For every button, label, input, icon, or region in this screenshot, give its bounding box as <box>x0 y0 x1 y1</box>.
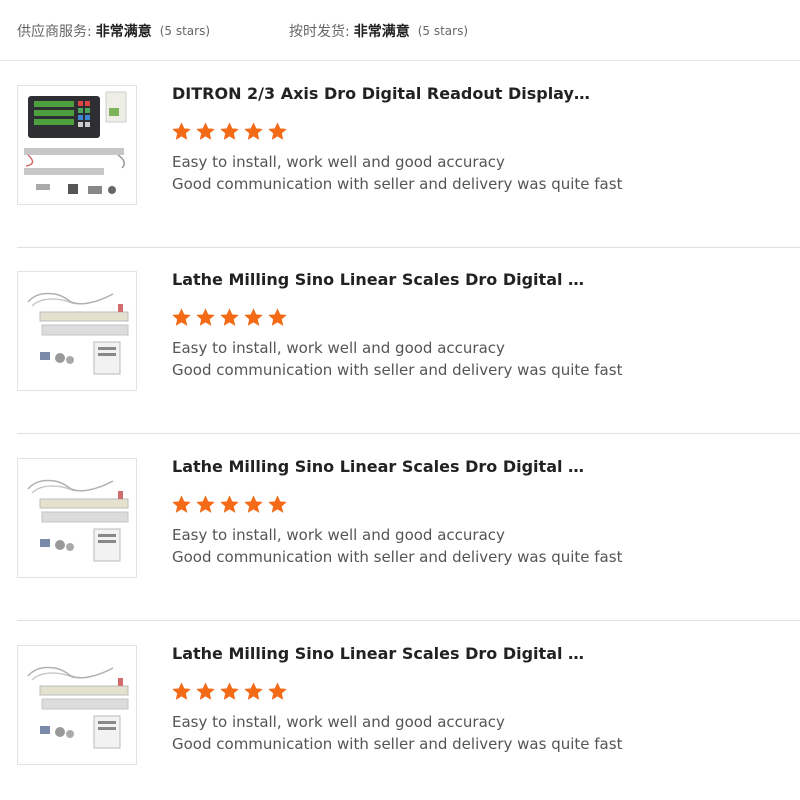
star-icon <box>268 308 287 326</box>
review-text-line: Good communication with seller and deliv… <box>172 548 623 566</box>
review-item: Lathe Milling Sino Linear Scales Dro Dig… <box>0 247 800 434</box>
star-icon <box>244 308 263 326</box>
linear-scale-kit-image <box>18 646 136 764</box>
product-thumbnail[interactable] <box>17 458 137 578</box>
star-icon <box>220 495 239 513</box>
product-title[interactable]: Lathe Milling Sino Linear Scales Dro Dig… <box>172 457 592 476</box>
shipping-label: 按时发货: <box>289 24 350 40</box>
star-rating <box>171 121 288 143</box>
review-text-line: Good communication with seller and deliv… <box>172 361 623 379</box>
product-thumbnail[interactable] <box>17 85 137 205</box>
supplier-service-value: 非常满意 <box>95 24 152 40</box>
review-page: 供应商服务: 非常满意 (5 stars) 按时发货: 非常满意 (5 star… <box>0 0 800 800</box>
star-icon <box>268 495 287 513</box>
star-icon <box>244 495 263 513</box>
review-item: Lathe Milling Sino Linear Scales Dro Dig… <box>0 434 800 621</box>
star-icon <box>172 495 191 513</box>
product-title[interactable]: Lathe Milling Sino Linear Scales Dro Dig… <box>172 644 592 663</box>
product-title[interactable]: Lathe Milling Sino Linear Scales Dro Dig… <box>172 270 592 289</box>
star-icon <box>220 122 239 140</box>
star-icon <box>244 122 263 140</box>
shipping-stars-note: (5 stars) <box>417 24 469 38</box>
review-text-line: Easy to install, work well and good accu… <box>172 153 505 171</box>
shipping-value: 非常满意 <box>353 24 410 40</box>
supplier-service-rating: 供应商服务: 非常满意 (5 stars) <box>17 21 210 41</box>
star-icon <box>196 682 215 700</box>
star-icon <box>268 682 287 700</box>
supplier-service-stars-note: (5 stars) <box>159 24 211 38</box>
review-text-line: Easy to install, work well and good accu… <box>172 526 505 544</box>
review-text-line: Easy to install, work well and good accu… <box>172 339 505 357</box>
supplier-service-label: 供应商服务: <box>17 24 92 40</box>
seller-ratings-header: 供应商服务: 非常满意 (5 stars) 按时发货: 非常满意 (5 star… <box>0 0 800 61</box>
product-thumbnail[interactable] <box>17 645 137 765</box>
product-title[interactable]: DITRON 2/3 Axis Dro Digital Readout Disp… <box>172 84 592 103</box>
review-item: Lathe Milling Sino Linear Scales Dro Dig… <box>0 621 800 800</box>
star-icon <box>244 682 263 700</box>
shipping-rating: 按时发货: 非常满意 (5 stars) <box>289 21 468 41</box>
review-text-line: Easy to install, work well and good accu… <box>172 713 505 731</box>
review-text-line: Good communication with seller and deliv… <box>172 735 623 753</box>
star-icon <box>196 122 215 140</box>
linear-scale-kit-image <box>18 459 136 577</box>
star-icon <box>172 122 191 140</box>
star-icon <box>220 308 239 326</box>
star-icon <box>172 682 191 700</box>
dro-kit-image <box>18 86 136 204</box>
star-rating <box>171 681 288 703</box>
star-icon <box>268 122 287 140</box>
star-icon <box>196 495 215 513</box>
star-icon <box>220 682 239 700</box>
review-text-line: Good communication with seller and deliv… <box>172 175 623 193</box>
star-rating <box>171 307 288 329</box>
product-thumbnail[interactable] <box>17 271 137 391</box>
linear-scale-kit-image <box>18 272 136 390</box>
star-rating <box>171 494 288 516</box>
star-icon <box>172 308 191 326</box>
star-icon <box>196 308 215 326</box>
review-item: DITRON 2/3 Axis Dro Digital Readout Disp… <box>0 61 800 248</box>
